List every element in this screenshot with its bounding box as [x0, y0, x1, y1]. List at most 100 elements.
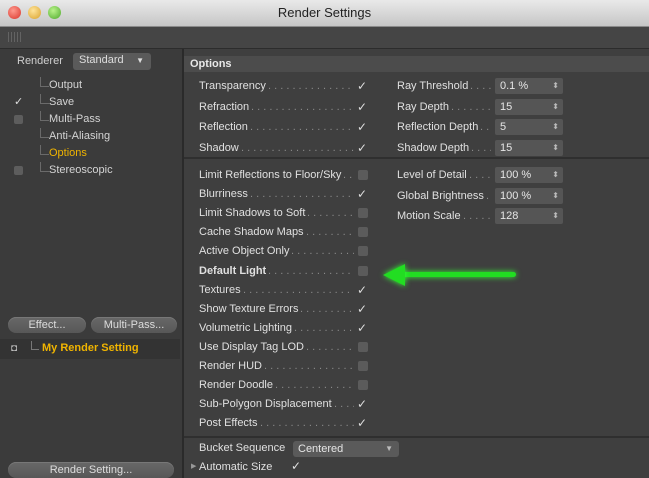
tree-item[interactable]: Stereoscopic	[0, 162, 180, 179]
option-row[interactable]: Blurriness. . . . . . . . . . . . . . . …	[199, 184, 369, 204]
option-row[interactable]: Show Texture Errors. . . . . . . . . . .…	[199, 299, 369, 319]
effect-button[interactable]: Effect...	[8, 317, 86, 333]
expand-triangle-icon[interactable]: ▶	[191, 462, 196, 470]
checkbox[interactable]	[358, 265, 368, 276]
option-label: Textures	[199, 283, 241, 296]
field-row: Global Brightness. . . . . . . . . . . .…	[397, 186, 569, 206]
tree-item[interactable]: Options	[0, 145, 180, 162]
dot-leader: . . . . . . . . . . . . . . . . . . . . …	[268, 80, 354, 92]
checkbox[interactable]	[14, 115, 23, 124]
tree-item[interactable]: Anti-Aliasing	[0, 128, 180, 145]
number-field[interactable]: 100 % ⬍	[495, 167, 563, 183]
tree-branch-line	[40, 145, 49, 155]
option-label: Post Effects	[199, 417, 258, 430]
checkbox[interactable]	[358, 380, 368, 391]
dot-leader: . . . . . . . . . . . . . . . . . . . . …	[300, 302, 354, 315]
number-field[interactable]: 0.1 % ⬍	[495, 78, 563, 94]
option-row[interactable]: Use Display Tag LOD. . . . . . . . . . .…	[199, 337, 369, 357]
checkbox[interactable]	[358, 208, 368, 219]
dot-leader: . . . . . . . . . . . . . . . . . . . . …	[250, 188, 354, 201]
checkmark-icon[interactable]: ✓	[357, 280, 367, 300]
renderer-select[interactable]: Standard ▼	[73, 53, 151, 70]
spinner-icon[interactable]: ⬍	[552, 78, 559, 94]
checkbox[interactable]	[358, 341, 368, 352]
spinner-icon[interactable]: ⬍	[552, 99, 559, 115]
tree-item[interactable]: Output	[0, 77, 180, 94]
checkmark-icon[interactable]: ✓	[357, 299, 367, 319]
option-row[interactable]: Refraction. . . . . . . . . . . . . . . …	[199, 97, 369, 117]
tree-item[interactable]: ✓ Save	[0, 94, 180, 111]
render-setting-toggle-icon[interactable]: ◘	[11, 343, 17, 354]
tree-branch-line	[40, 77, 49, 87]
checkmark-icon[interactable]: ✓	[357, 97, 367, 117]
option-label: Refraction	[199, 100, 250, 113]
option-row[interactable]: Transparency. . . . . . . . . . . . . . …	[199, 76, 369, 96]
options-panel: Options Transparency. . . . . . . . . . …	[184, 49, 649, 478]
dot-leader: . . . . . . . . . . . . . . . . . . . . …	[469, 169, 491, 181]
option-row[interactable]: Post Effects. . . . . . . . . . . . . . …	[199, 413, 369, 433]
number-field[interactable]: 128 ⬍	[495, 208, 563, 224]
option-row[interactable]: Cache Shadow Maps. . . . . . . . . . . .…	[199, 222, 369, 242]
number-field[interactable]: 100 % ⬍	[495, 187, 563, 204]
checkbox[interactable]	[358, 361, 368, 371]
dot-leader: . . . . . . . . . . . . . . . . . . . . …	[294, 321, 354, 334]
bucket-sequence-select[interactable]: Centered ▼	[293, 441, 399, 457]
divider	[184, 157, 649, 159]
field-value: 100 %	[500, 169, 532, 181]
checkmark-icon[interactable]: ✓	[357, 117, 367, 137]
field-label: Global Brightness	[397, 189, 484, 202]
bucket-sequence-label: Bucket Sequence	[199, 442, 286, 454]
checkmark-icon[interactable]: ✓	[357, 76, 367, 96]
option-row[interactable]: Active Object Only. . . . . . . . . . . …	[199, 241, 369, 261]
number-field[interactable]: 15 ⬍	[495, 139, 563, 156]
checkbox[interactable]	[358, 170, 368, 180]
dot-leader: . . . . . . . . . . . . . . . . . . . . …	[463, 210, 491, 222]
number-field[interactable]: 15 ⬍	[495, 98, 563, 115]
option-row[interactable]: Sub-Polygon Displacement. . . . . . . . …	[199, 394, 369, 414]
checkmark-icon[interactable]: ✓	[357, 138, 367, 158]
spinner-icon[interactable]: ⬍	[552, 167, 559, 183]
option-label: Use Display Tag LOD	[199, 340, 304, 353]
grip-icon[interactable]	[8, 32, 22, 42]
option-row[interactable]: Textures. . . . . . . . . . . . . . . . …	[199, 280, 369, 300]
dot-leader: . . . . . . . . . . . . . . . . . . . . …	[307, 207, 354, 220]
option-row[interactable]: Volumetric Lighting. . . . . . . . . . .…	[199, 318, 369, 338]
render-setting-button[interactable]: Render Setting...	[8, 462, 174, 478]
multipass-button[interactable]: Multi-Pass...	[91, 317, 177, 333]
option-row[interactable]: Reflection. . . . . . . . . . . . . . . …	[199, 117, 369, 137]
checkmark-icon[interactable]: ✓	[357, 184, 367, 204]
dot-leader: . . . . . . . . . . . . . . . . . . . . …	[275, 379, 354, 392]
checkmark-icon[interactable]: ✓	[357, 394, 367, 414]
checkbox[interactable]	[358, 246, 368, 257]
option-row[interactable]: Default Light. . . . . . . . . . . . . .…	[199, 261, 369, 281]
field-label: Level of Detail	[397, 169, 467, 181]
option-label: Render Doodle	[199, 379, 273, 392]
number-field[interactable]: 5 ⬍	[495, 119, 563, 135]
window-title: Render Settings	[277, 5, 372, 20]
option-row[interactable]: Render Doodle. . . . . . . . . . . . . .…	[199, 375, 369, 395]
spinner-icon[interactable]: ⬍	[552, 140, 559, 156]
tree-item[interactable]: Multi-Pass	[0, 111, 180, 128]
automatic-size-checkbox[interactable]: ✓	[291, 459, 301, 473]
checkmark-icon[interactable]: ✓	[357, 318, 367, 338]
option-row[interactable]: Limit Reflections to Floor/Sky. . . . . …	[199, 165, 369, 185]
dot-leader: . . . . . . . . . . . . . . . . . . . . …	[334, 398, 354, 411]
option-row[interactable]: Limit Shadows to Soft. . . . . . . . . .…	[199, 203, 369, 223]
checkbox[interactable]	[358, 227, 368, 238]
field-value: 15	[500, 100, 513, 113]
option-row[interactable]: Shadow. . . . . . . . . . . . . . . . . …	[199, 138, 369, 158]
option-label: Show Texture Errors	[199, 302, 299, 315]
spinner-icon[interactable]: ⬍	[552, 208, 559, 224]
option-label: Sub-Polygon Displacement	[199, 398, 332, 411]
checkmark-icon[interactable]: ✓	[14, 94, 23, 111]
field-label: Ray Threshold	[397, 80, 469, 92]
spinner-icon[interactable]: ⬍	[552, 188, 559, 204]
render-setting-item[interactable]: ◘ My Render Setting	[0, 339, 180, 359]
option-row[interactable]: Render HUD. . . . . . . . . . . . . . . …	[199, 356, 369, 376]
checkbox[interactable]	[14, 166, 23, 175]
chevron-down-icon: ▼	[385, 444, 393, 453]
spinner-icon[interactable]: ⬍	[552, 119, 559, 135]
dot-leader: . . . . . . . . . . . . . . . . . . . . …	[306, 340, 354, 353]
checkmark-icon[interactable]: ✓	[357, 413, 367, 433]
tree-branch-line	[40, 162, 49, 172]
